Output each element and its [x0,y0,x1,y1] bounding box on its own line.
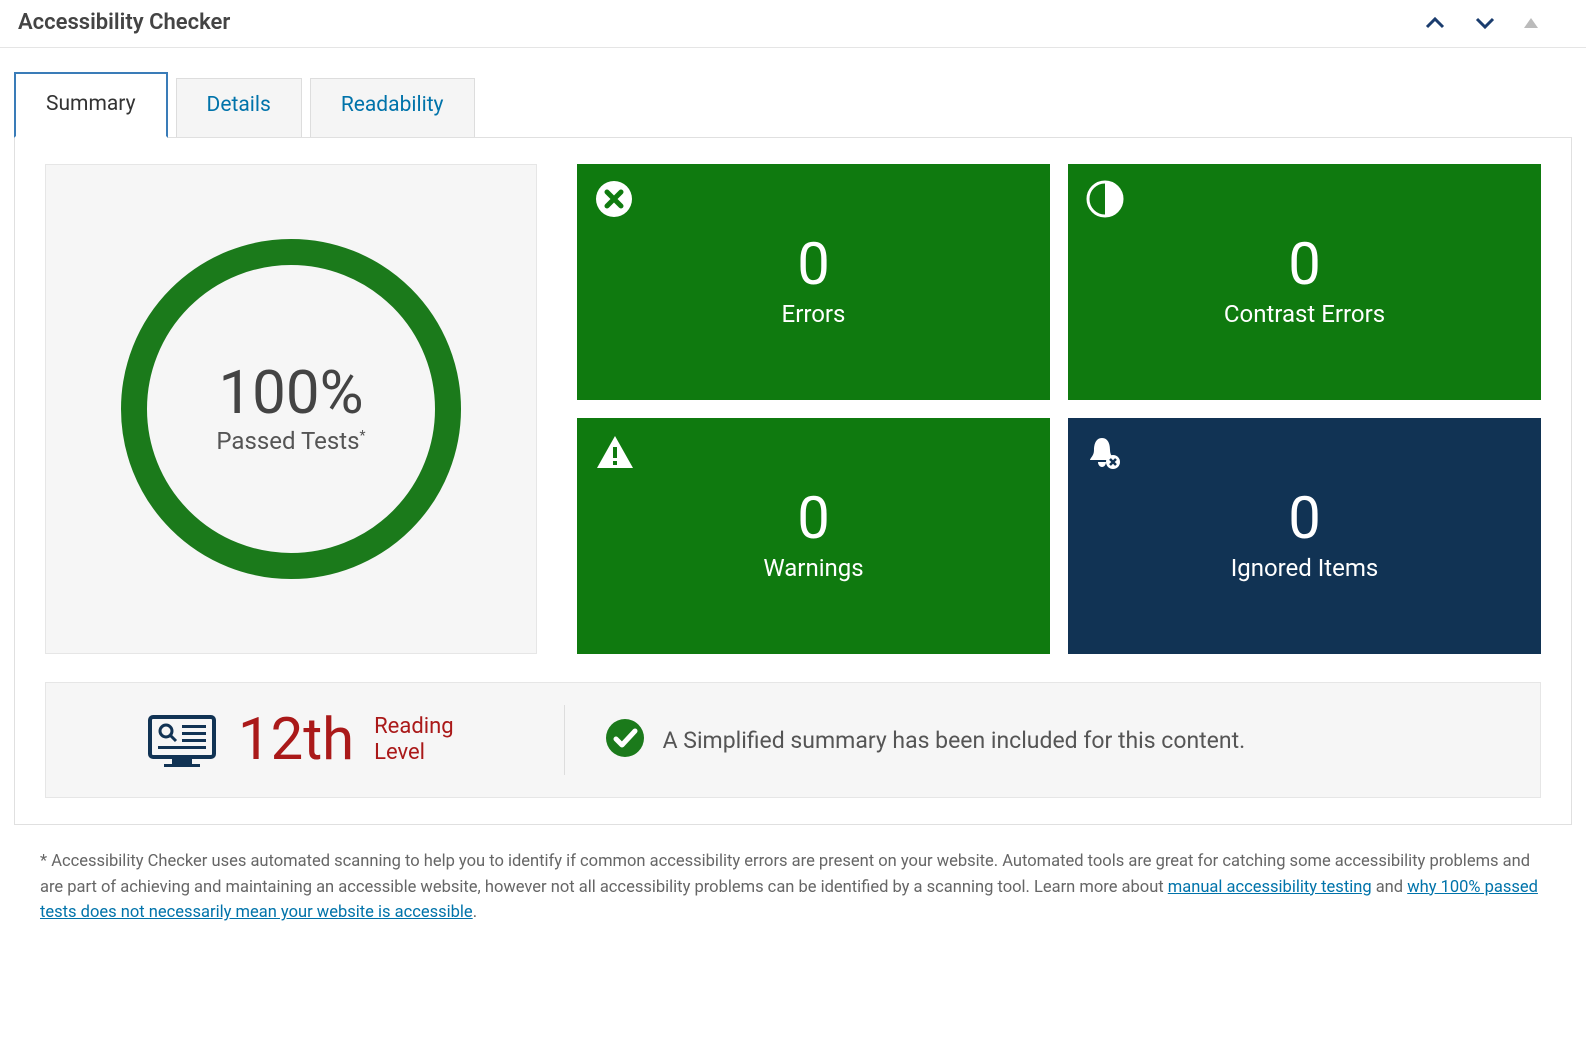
collapse-icon[interactable] [1524,18,1538,28]
contrast-errors-card[interactable]: 0 Contrast Errors [1068,164,1541,400]
footnote: * Accessibility Checker uses automated s… [40,849,1546,926]
warnings-label: Warnings [763,554,863,582]
warning-icon [595,434,635,474]
tab-readability[interactable]: Readability [310,78,475,138]
chevron-down-icon[interactable] [1474,12,1496,34]
ignored-items-card[interactable]: 0 Ignored Items [1068,418,1541,654]
warnings-card[interactable]: 0 Warnings [577,418,1050,654]
tabs: Summary Details Readability [0,48,1586,138]
stat-grid: 0 Errors 0 Contrast Errors 0 Warnings [577,164,1541,654]
tab-summary[interactable]: Summary [14,72,168,138]
panel-header: Accessibility Checker [0,0,1586,48]
reading-level-icon [146,713,218,767]
footnote-suffix: . [473,903,477,922]
check-circle-icon [605,718,645,762]
errors-icon [595,180,633,222]
tab-content: 100% Passed Tests* 0 Errors 0 [14,137,1572,825]
footnote-mid: and [1376,878,1408,897]
manual-testing-link[interactable]: manual accessibility testing [1168,878,1372,897]
passed-tests-card: 100% Passed Tests* [45,164,537,654]
summary-top-row: 100% Passed Tests* 0 Errors 0 [45,164,1541,654]
tab-details[interactable]: Details [176,78,302,138]
chevron-up-icon[interactable] [1424,12,1446,34]
contrast-label: Contrast Errors [1224,300,1385,328]
reading-line2: Level [374,740,453,766]
warnings-value: 0 [797,490,830,548]
progress-ring-icon [121,239,461,579]
simplified-summary-block: A Simplified summary has been included f… [605,718,1500,762]
errors-card[interactable]: 0 Errors [577,164,1050,400]
bottom-bar: 12th Reading Level A Simplified summary … [45,682,1541,798]
contrast-value: 0 [1288,236,1321,294]
errors-value: 0 [797,236,830,294]
ignored-value: 0 [1288,490,1321,548]
ignored-label: Ignored Items [1231,554,1379,582]
simplified-summary-text: A Simplified summary has been included f… [663,727,1246,754]
reading-level-block: 12th Reading Level [146,711,524,769]
header-controls [1424,12,1538,34]
bell-muted-icon [1086,434,1122,476]
errors-label: Errors [782,300,846,328]
reading-line1: Reading [374,714,453,740]
divider [564,705,565,775]
contrast-icon [1086,180,1124,222]
passed-ring: 100% Passed Tests* [121,239,461,579]
reading-level-label: Reading Level [374,714,453,767]
panel-title: Accessibility Checker [18,10,230,35]
reading-grade: 12th [238,711,354,769]
